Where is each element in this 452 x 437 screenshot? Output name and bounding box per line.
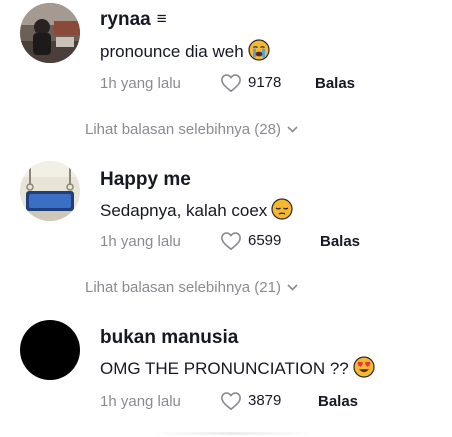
comment-body: OMG THE PRONUNCIATION ?? [100, 359, 349, 378]
comment-body: Sedapnya, kalah coex [100, 201, 268, 220]
comment-text: pronounce dia weh [100, 39, 270, 66]
comment-time: 1h yang lalu [100, 75, 181, 92]
menu-lines-icon: ≡ [156, 9, 167, 28]
username-text: rynaa [100, 9, 151, 30]
avatar[interactable] [20, 3, 80, 63]
comment-body: pronounce dia weh [100, 42, 244, 61]
like-count: 6599 [248, 232, 282, 249]
comment-username[interactable]: rynaa ≡ [100, 9, 167, 31]
comment-text: Sedapnya, kalah coex [100, 198, 293, 225]
avatar[interactable] [20, 161, 80, 221]
like-button[interactable]: 9178 [220, 73, 300, 95]
avatar[interactable] [20, 320, 80, 380]
like-button[interactable]: 6599 [220, 231, 300, 253]
chevron-down-icon [287, 120, 298, 137]
reply-button[interactable]: Balas [318, 393, 358, 410]
heart-icon [221, 392, 241, 410]
reply-button[interactable]: Balas [320, 233, 360, 250]
like-count: 3879 [248, 392, 282, 409]
heart-icon [221, 74, 241, 92]
comment-item: Happy me Sedapnya, kalah coex 1h yang la… [0, 158, 452, 278]
crying-face-emoji [248, 39, 270, 66]
pensive-face-emoji [271, 198, 293, 225]
comment-text: OMG THE PRONUNCIATION ?? [100, 356, 375, 383]
like-count: 9178 [248, 74, 282, 91]
chevron-down-icon [287, 278, 298, 295]
comment-username[interactable]: bukan manusia [100, 327, 238, 349]
heart-icon [221, 232, 241, 250]
like-button[interactable]: 3879 [220, 391, 300, 413]
comment-time: 1h yang lalu [100, 393, 181, 410]
view-more-replies-label: Lihat balasan selebihnya (28) [85, 121, 281, 138]
heart-eyes-emoji [353, 356, 375, 383]
comment-item: rynaa ≡ pronounce dia weh 1h yang lalu 91… [0, 0, 452, 120]
view-more-replies-label: Lihat balasan selebihnya (21) [85, 279, 281, 296]
comment-item: bukan manusia OMG THE PRONUNCIATION ?? 1… [0, 318, 452, 433]
view-more-replies[interactable]: Lihat balasan selebihnya (21) [85, 278, 298, 296]
reply-button[interactable]: Balas [315, 75, 355, 92]
scroll-fade-divider [148, 432, 318, 435]
comment-username[interactable]: Happy me [100, 169, 191, 191]
view-more-replies[interactable]: Lihat balasan selebihnya (28) [85, 120, 298, 138]
comment-time: 1h yang lalu [100, 233, 181, 250]
